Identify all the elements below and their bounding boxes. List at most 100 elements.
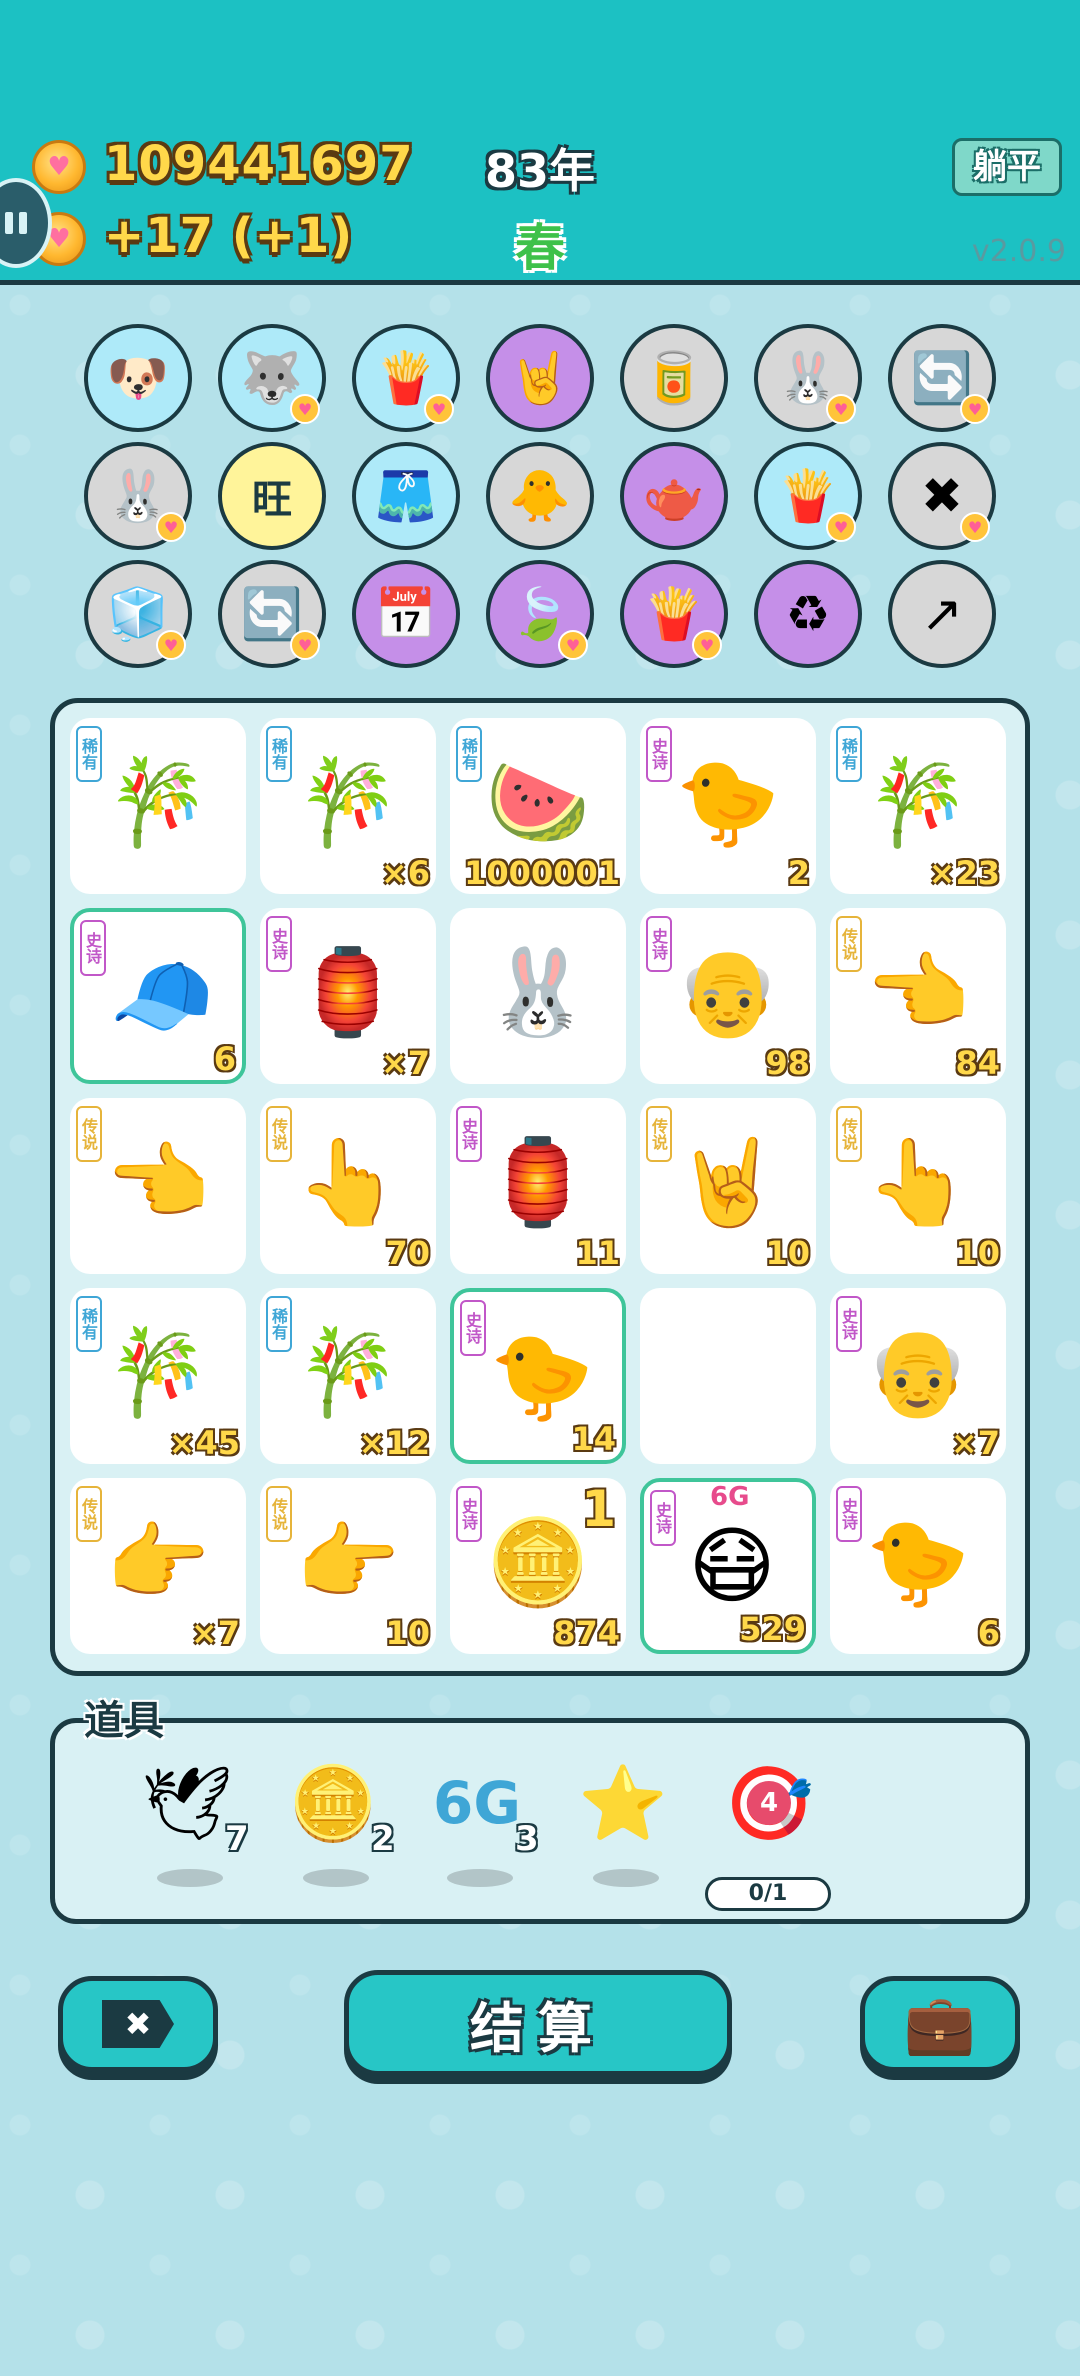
tool-slot[interactable]: 🍃 ♥ — [486, 560, 594, 668]
board-cell[interactable] — [640, 1288, 816, 1464]
board-cell[interactable]: 史诗 👴 98 — [640, 908, 816, 1084]
board-cell[interactable]: 史诗 🐤 14 — [450, 1288, 626, 1464]
board-cell[interactable]: 传说 👉 ×7 — [70, 1478, 246, 1654]
settle-button[interactable]: 结算 — [344, 1970, 732, 2076]
item-count: ×7 — [190, 1614, 240, 1652]
close-button[interactable]: ✖ — [58, 1976, 218, 2072]
item-art-icon: 🎋 — [105, 1322, 211, 1421]
prop-shadow — [157, 1869, 223, 1887]
board-cell[interactable]: 稀有 🍉 1000001 — [450, 718, 626, 894]
board-cell[interactable]: 史诗 🏮 ×7 — [260, 908, 436, 1084]
float-text: 1 — [581, 1480, 616, 1538]
prop-quantity: 2 — [371, 1819, 395, 1859]
item-art-icon: 🐰 — [485, 942, 591, 1041]
prop-6g[interactable]: 6G 3 — [417, 1753, 539, 1903]
tool-slot[interactable]: 🍟 ♥ — [352, 324, 460, 432]
item-count: 10 — [385, 1614, 430, 1652]
heart-badge-icon: ♥ — [960, 394, 990, 424]
prop-coin[interactable]: 🪙 2 — [273, 1753, 395, 1903]
tool-slot[interactable]: 🍟 ♥ — [754, 442, 862, 550]
board-cell[interactable]: 传说 👆 10 — [830, 1098, 1006, 1274]
board-cell[interactable]: 史诗 🪙 1 874 — [450, 1478, 626, 1654]
tool-icon: 旺 — [252, 477, 292, 523]
item-art-icon: 👉 — [295, 1512, 401, 1611]
tool-slot[interactable]: 🩳 — [352, 442, 460, 550]
tool-slot[interactable]: 📅 — [352, 560, 460, 668]
board-cell[interactable]: 史诗 🏮 11 — [450, 1098, 626, 1274]
board-cell[interactable]: 稀有 🎋 ×6 — [260, 718, 436, 894]
board-cell[interactable]: 史诗 👴 ×7 — [830, 1288, 1006, 1464]
item-art-icon: 🤘 — [675, 1132, 781, 1231]
item-count: 10 — [765, 1234, 810, 1272]
tool-slot[interactable]: 🔄 ♥ — [218, 560, 326, 668]
tool-slot[interactable]: 🐥 — [486, 442, 594, 550]
prop-progress: 0/1 — [705, 1877, 831, 1911]
board-cell[interactable]: 传说 🤘 10 — [640, 1098, 816, 1274]
board-cell[interactable]: 传说 👈 — [70, 1098, 246, 1274]
target-number: 4 — [747, 1781, 791, 1825]
prop-shadow — [303, 1869, 369, 1887]
item-count: ×45 — [168, 1424, 240, 1462]
item-count: 98 — [765, 1044, 810, 1082]
item-art-icon: 🪙 — [485, 1512, 591, 1611]
tool-slot[interactable]: 🥫 — [620, 324, 728, 432]
item-art-icon: 🎋 — [865, 752, 971, 851]
tool-slot[interactable]: ✖ ♥ — [888, 442, 996, 550]
heart-badge-icon: ♥ — [826, 394, 856, 424]
item-count: 84 — [955, 1044, 1000, 1082]
item-art-icon: 👆 — [865, 1132, 971, 1231]
tool-icon: 🥫 — [642, 348, 706, 407]
tool-slot[interactable]: 旺 — [218, 442, 326, 550]
tool-slot[interactable]: 🍟 ♥ — [620, 560, 728, 668]
board-cell[interactable]: 史诗 🐤 2 — [640, 718, 816, 894]
heart-badge-icon: ♥ — [290, 630, 320, 660]
settle-label: 结算 — [470, 1996, 606, 2060]
item-count: ×6 — [380, 854, 430, 892]
item-art-icon: 👈 — [865, 942, 971, 1041]
item-art-icon: 👴 — [675, 942, 781, 1041]
tool-icon: 🩳 — [374, 466, 438, 525]
item-count: ×7 — [380, 1044, 430, 1082]
prop-target[interactable]: 🎯40/1 — [705, 1753, 831, 1911]
item-art-icon: 🍉 — [485, 752, 591, 851]
tool-slot[interactable]: 🧊 ♥ — [84, 560, 192, 668]
item-art-icon: 👈 — [105, 1132, 211, 1231]
tool-slot[interactable]: 🔄 ♥ — [888, 324, 996, 432]
item-count: 6 — [213, 1040, 236, 1078]
coin-income: +17 (+1) — [104, 208, 354, 264]
tool-slot[interactable]: ♻ — [754, 560, 862, 668]
board-cell[interactable]: 传说 👆 70 — [260, 1098, 436, 1274]
board-cell[interactable]: 史诗 🧢 6 — [70, 908, 246, 1084]
item-count: 10 — [955, 1234, 1000, 1272]
board-cell[interactable]: 🐰 — [450, 908, 626, 1084]
prop-star[interactable]: ⭐ — [563, 1753, 683, 1903]
item-count: 874 — [553, 1614, 620, 1652]
tool-slot[interactable]: 🫖 — [620, 442, 728, 550]
tool-slot[interactable]: 🐺 ♥ — [218, 324, 326, 432]
lie-flat-button[interactable]: 躺平 — [952, 138, 1062, 196]
heart-badge-icon: ♥ — [156, 630, 186, 660]
tool-slot[interactable]: ↗ — [888, 560, 996, 668]
tool-icon: 🤘 — [508, 348, 572, 407]
board-cell[interactable]: 稀有 🎋 ×12 — [260, 1288, 436, 1464]
board-cell[interactable]: 稀有 🎋 ×45 — [70, 1288, 246, 1464]
board-cell[interactable]: 史诗 6G 😷 529 — [640, 1478, 816, 1654]
board-cell[interactable]: 稀有 🎋 ×23 — [830, 718, 1006, 894]
board-cell[interactable]: 传说 👉 10 — [260, 1478, 436, 1654]
coin-total: 109441697 — [104, 136, 414, 192]
bag-button[interactable]: 💼 — [860, 1976, 1020, 2072]
tool-slot[interactable]: 🐰 ♥ — [84, 442, 192, 550]
tool-icon: ♻ — [785, 585, 831, 643]
game-board: 稀有 🎋 稀有 🎋 ×6 稀有 🍉 1000001 史诗 🐤 2 稀有 🎋 ×23 史诗 🧢 6 史诗 🏮 ×7 🐰 史诗… — [50, 698, 1030, 1676]
tool-slot[interactable]: 🤘 — [486, 324, 594, 432]
tool-slot[interactable]: 🐰 ♥ — [754, 324, 862, 432]
tool-slot[interactable]: 🐶 — [84, 324, 192, 432]
prop-dove[interactable]: 🕊 7 — [127, 1753, 249, 1903]
tool-icon: 📅 — [374, 584, 438, 643]
item-count: 2 — [787, 854, 810, 892]
board-cell[interactable]: 稀有 🎋 — [70, 718, 246, 894]
item-art-icon: 🐤 — [675, 752, 781, 851]
board-cell[interactable]: 传说 👈 84 — [830, 908, 1006, 1084]
board-cell[interactable]: 史诗 🐤 6 — [830, 1478, 1006, 1654]
item-count: 529 — [739, 1610, 806, 1648]
